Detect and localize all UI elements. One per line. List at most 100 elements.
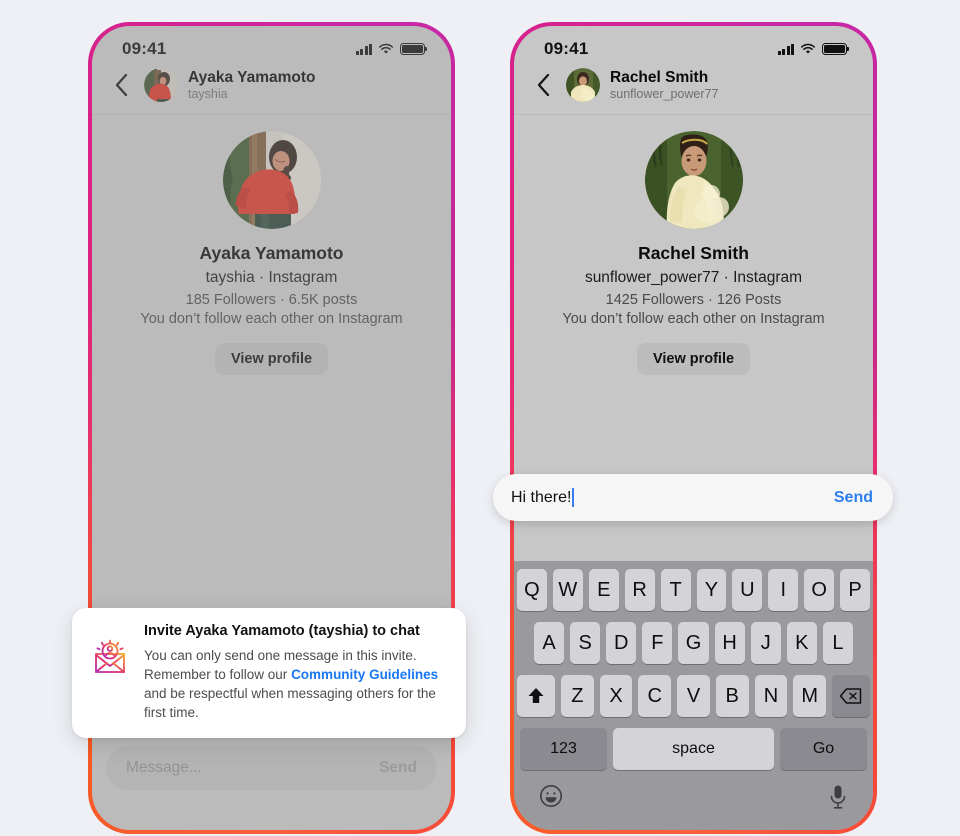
key-y[interactable]: Y bbox=[696, 569, 727, 611]
nav-header-left: Ayaka Yamamoto tayshia bbox=[92, 64, 451, 115]
profile-block-right: Rachel Smith sunflower_power77 · Instagr… bbox=[514, 115, 873, 375]
key-e[interactable]: E bbox=[588, 569, 619, 611]
avatar bbox=[144, 68, 178, 102]
key-i[interactable]: I bbox=[768, 569, 799, 611]
key-b[interactable]: B bbox=[715, 675, 749, 717]
profile-stats: 1425 Followers · 126 Posts bbox=[605, 292, 782, 308]
send-button[interactable]: Send bbox=[834, 489, 873, 507]
emoji-smiley-icon bbox=[540, 785, 562, 807]
numbers-key[interactable]: 123 bbox=[520, 728, 607, 770]
key-z[interactable]: Z bbox=[560, 675, 594, 717]
on-screen-keyboard: Q W E R T Y U I O P A S D F G H J K L Z … bbox=[514, 561, 873, 830]
view-profile-button[interactable]: View profile bbox=[214, 343, 329, 375]
invite-envelope-icon bbox=[88, 636, 132, 680]
profile-display-name: Rachel Smith bbox=[638, 243, 749, 263]
key-t[interactable]: T bbox=[660, 569, 691, 611]
profile-stats: 185 Followers · 6.5K posts bbox=[185, 292, 358, 308]
dictation-key[interactable] bbox=[828, 784, 848, 810]
status-icons bbox=[777, 43, 850, 55]
shift-arrow-icon bbox=[528, 688, 544, 703]
status-icons bbox=[355, 43, 428, 55]
keyboard-row-2: A S D F G H J K L bbox=[517, 622, 870, 664]
nav-header-right: Rachel Smith sunflower_power77 bbox=[514, 64, 873, 115]
emoji-key[interactable] bbox=[539, 784, 563, 808]
text-caret bbox=[572, 488, 575, 507]
key-l[interactable]: L bbox=[822, 622, 853, 664]
cellular-signal-icon bbox=[355, 43, 372, 55]
battery-icon bbox=[400, 43, 428, 55]
profile-display-name: Ayaka Yamamoto bbox=[199, 243, 344, 263]
profile-subtitle: sunflower_power77 · Instagram bbox=[584, 269, 803, 286]
key-f[interactable]: F bbox=[642, 622, 673, 664]
community-guidelines-link[interactable]: Community Guidelines bbox=[291, 667, 438, 682]
key-p[interactable]: P bbox=[840, 569, 871, 611]
phone-screen-right: 09:41 Rachel Smith sunflower_power77 Rac… bbox=[514, 26, 873, 830]
avatar-image bbox=[222, 131, 321, 229]
avatar bbox=[566, 68, 600, 102]
key-m[interactable]: M bbox=[793, 675, 827, 717]
keyboard-bottom-bar bbox=[517, 776, 870, 830]
battery-icon bbox=[822, 43, 850, 55]
key-r[interactable]: R bbox=[624, 569, 655, 611]
key-x[interactable]: X bbox=[599, 675, 633, 717]
key-h[interactable]: H bbox=[714, 622, 745, 664]
key-q[interactable]: Q bbox=[516, 569, 547, 611]
nav-display-name: Rachel Smith bbox=[610, 69, 709, 87]
key-w[interactable]: W bbox=[552, 569, 583, 611]
backspace-key[interactable] bbox=[832, 675, 871, 717]
nav-title-block: Ayaka Yamamoto tayshia bbox=[188, 69, 316, 100]
message-input-field[interactable]: Hi there! bbox=[511, 488, 575, 507]
key-n[interactable]: N bbox=[754, 675, 788, 717]
key-o[interactable]: O bbox=[804, 569, 835, 611]
shift-key[interactable] bbox=[516, 675, 555, 717]
nav-avatar[interactable] bbox=[144, 68, 178, 102]
profile-avatar[interactable] bbox=[644, 131, 743, 229]
key-a[interactable]: A bbox=[534, 622, 565, 664]
status-clock: 09:41 bbox=[122, 39, 167, 58]
wifi-icon bbox=[800, 43, 816, 54]
profile-avatar[interactable] bbox=[222, 131, 321, 229]
message-input-value: Hi there! bbox=[511, 488, 572, 506]
keyboard-row-1: Q W E R T Y U I O P bbox=[516, 569, 871, 611]
screenshot-canvas: 09:41 Ayaka Yamamoto tayshia Ayaka Yamam… bbox=[0, 0, 960, 836]
wifi-icon bbox=[378, 43, 394, 54]
keyboard-row-3: Z X C V B N M bbox=[516, 675, 871, 717]
key-g[interactable]: G bbox=[678, 622, 709, 664]
status-bar-left: 09:41 bbox=[92, 26, 451, 64]
message-input-bar[interactable]: Message... Send bbox=[106, 746, 437, 790]
nav-title-block: Rachel Smith sunflower_power77 bbox=[610, 69, 718, 100]
chevron-left-icon bbox=[537, 74, 549, 96]
key-u[interactable]: U bbox=[732, 569, 763, 611]
backspace-icon bbox=[839, 688, 862, 704]
back-button[interactable] bbox=[108, 70, 134, 100]
message-input-placeholder[interactable]: Message... bbox=[126, 759, 202, 777]
view-profile-button[interactable]: View profile bbox=[636, 343, 751, 375]
message-input-pill[interactable]: Hi there! Send bbox=[493, 474, 893, 521]
key-c[interactable]: C bbox=[638, 675, 672, 717]
key-j[interactable]: J bbox=[750, 622, 781, 664]
nav-display-name: Ayaka Yamamoto bbox=[188, 69, 316, 87]
space-key[interactable]: space bbox=[613, 728, 774, 770]
invite-card-body: Invite Ayaka Yamamoto (tayshia) to chat … bbox=[144, 622, 446, 722]
status-clock: 09:41 bbox=[544, 39, 589, 58]
nav-avatar[interactable] bbox=[566, 68, 600, 102]
chevron-left-icon bbox=[115, 74, 127, 96]
send-button-disabled: Send bbox=[379, 759, 417, 776]
message-bar-wrap-left: Message... Send bbox=[92, 732, 451, 830]
invite-info-card: Invite Ayaka Yamamoto (tayshia) to chat … bbox=[72, 608, 466, 739]
avatar-image bbox=[644, 131, 743, 229]
status-bar-right: 09:41 bbox=[514, 26, 873, 64]
profile-relationship: You don’t follow each other on Instagram bbox=[140, 311, 403, 327]
key-d[interactable]: D bbox=[606, 622, 637, 664]
key-v[interactable]: V bbox=[677, 675, 710, 717]
back-button[interactable] bbox=[530, 70, 556, 100]
go-key[interactable]: Go bbox=[780, 728, 867, 770]
invite-text-part2: and be respectful when messaging others … bbox=[144, 686, 436, 721]
microphone-icon bbox=[830, 785, 846, 809]
profile-block-left: Ayaka Yamamoto tayshia · Instagram 185 F… bbox=[92, 115, 451, 375]
key-s[interactable]: S bbox=[570, 622, 601, 664]
key-k[interactable]: K bbox=[786, 622, 817, 664]
nav-username: sunflower_power77 bbox=[610, 86, 719, 101]
invite-card-text: You can only send one message in this in… bbox=[144, 646, 446, 723]
keyboard-row-4: 123 space Go bbox=[517, 728, 870, 770]
